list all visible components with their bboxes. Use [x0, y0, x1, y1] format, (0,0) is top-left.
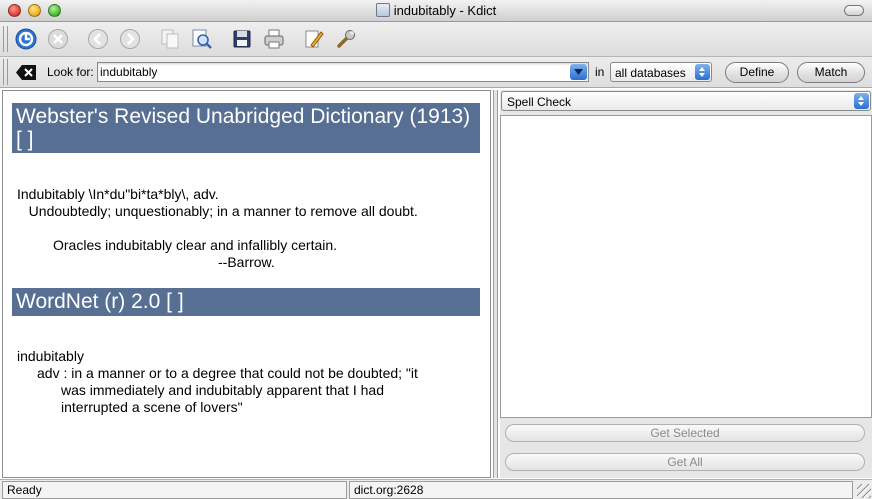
look-for-label: Look for: — [47, 65, 94, 79]
settings-button[interactable] — [333, 26, 359, 52]
stop-button[interactable] — [45, 26, 71, 52]
wordnet-database-heading: WordNet (r) 2.0 [ ] — [12, 288, 480, 316]
stop-icon — [48, 29, 68, 49]
window-title-container: indubitably - Kdict — [0, 3, 872, 18]
webster-quote: Oracles indubitably clear and infallibly… — [53, 237, 338, 253]
searchbar-grip[interactable] — [3, 59, 8, 85]
status-server: dict.org:2628 — [349, 481, 853, 499]
status-bar: Ready dict.org:2628 — [0, 479, 872, 499]
find-icon — [192, 29, 212, 49]
side-panel: Spell Check Get Selected Get All — [500, 90, 872, 478]
updown-arrows-icon — [695, 64, 710, 80]
back-icon — [88, 29, 108, 49]
toolbar-grip[interactable] — [3, 26, 8, 52]
query-combobox[interactable] — [97, 62, 589, 82]
toolbar-toggle-button[interactable] — [844, 5, 864, 16]
clear-input-icon[interactable] — [15, 64, 37, 81]
spell-suggestions-list[interactable] — [500, 115, 872, 418]
match-button[interactable]: Match — [797, 62, 865, 83]
settings-wrench-icon — [337, 30, 355, 48]
query-history-dropdown-button[interactable] — [570, 64, 587, 80]
print-icon — [264, 29, 284, 49]
main-toolbar — [0, 22, 872, 57]
start-query-icon — [15, 28, 37, 50]
forward-icon — [120, 29, 140, 49]
pane-splitter[interactable] — [493, 90, 498, 478]
updown-arrows-icon — [854, 93, 869, 109]
side-mode-select[interactable]: Spell Check — [501, 91, 871, 111]
find-button[interactable] — [189, 26, 215, 52]
webster-quote-attribution: --Barrow. — [218, 254, 275, 270]
start-query-button[interactable] — [13, 26, 39, 52]
save-button[interactable] — [229, 26, 255, 52]
side-mode-value: Spell Check — [507, 95, 572, 109]
title-bar: indubitably - Kdict — [0, 0, 872, 22]
window-title: indubitably - Kdict — [393, 3, 497, 18]
get-selected-button[interactable]: Get Selected — [505, 424, 865, 442]
database-select[interactable]: all databases — [610, 62, 712, 82]
chevron-down-icon — [574, 69, 583, 75]
query-input[interactable] — [100, 64, 570, 80]
wordnet-sense-line-2: was immediately and indubitably apparent… — [61, 382, 384, 398]
webster-entry-sense: Undoubtedly; unquestionably; in a manner… — [17, 203, 418, 219]
back-button[interactable] — [85, 26, 111, 52]
document-icon — [375, 3, 390, 17]
status-message: Ready — [2, 481, 347, 499]
forward-button[interactable] — [117, 26, 143, 52]
webster-entry-headword: Indubitably \In*du"bi*ta*bly\, adv. — [17, 186, 219, 202]
copy-icon — [161, 29, 179, 49]
edit-button[interactable] — [301, 26, 327, 52]
search-bar: Look for: in all databases Define Match — [0, 57, 872, 88]
webster-database-heading: Webster's Revised Unabridged Dictionary … — [12, 103, 480, 153]
window-resize-grip[interactable] — [857, 484, 871, 498]
database-select-value: all databases — [615, 66, 686, 80]
edit-icon — [305, 30, 324, 48]
define-button[interactable]: Define — [725, 62, 789, 83]
get-all-button[interactable]: Get All — [505, 453, 865, 471]
wordnet-headword: indubitably — [17, 348, 84, 364]
definition-view[interactable]: Webster's Revised Unabridged Dictionary … — [2, 90, 491, 478]
print-button[interactable] — [261, 26, 287, 52]
wordnet-sense-line-1: adv : in a manner or to a degree that co… — [37, 365, 418, 381]
wordnet-sense-line-3: interrupted a scene of lovers" — [61, 399, 243, 415]
copy-button[interactable] — [157, 26, 183, 52]
save-icon — [233, 30, 251, 48]
in-label: in — [595, 65, 605, 79]
